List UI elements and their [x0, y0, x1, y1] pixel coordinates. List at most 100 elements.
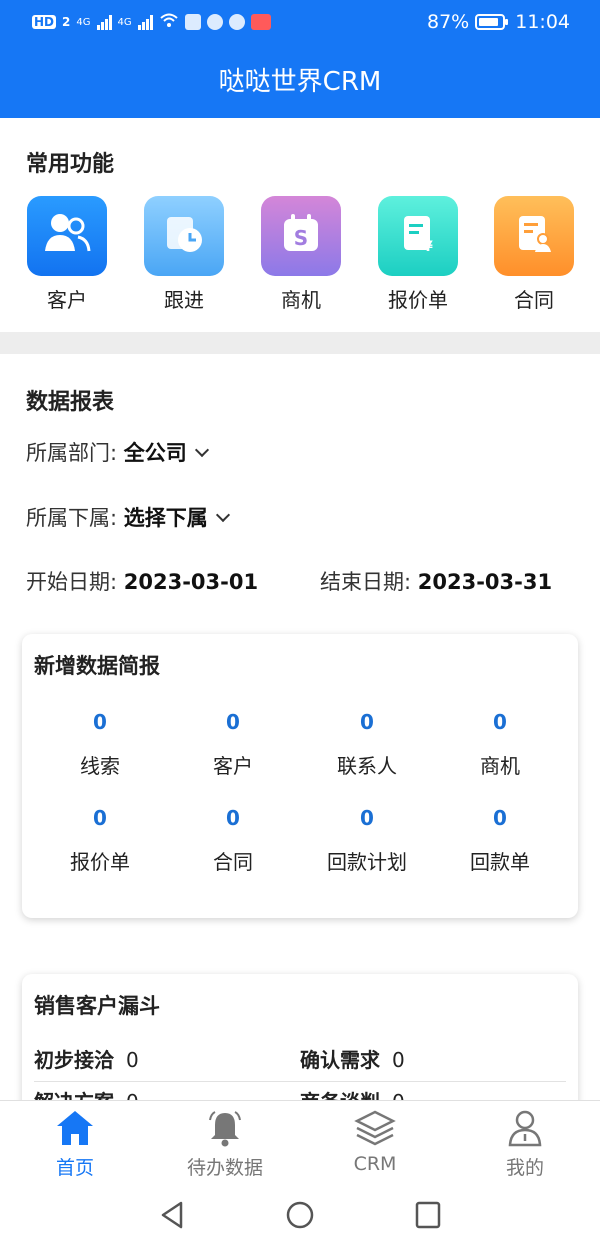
funnel-divider [34, 1081, 566, 1082]
func-tile-opportunity: S [261, 196, 341, 276]
hd-indicator: HD [32, 15, 57, 29]
follow-up-clock-icon [161, 211, 207, 261]
func-tile-contract [494, 196, 574, 276]
start-date-filter[interactable]: 开始日期: 2023-03-01 [26, 566, 258, 596]
stat-quotations[interactable]: 0 报价单 [30, 806, 170, 875]
start-date-value: 2023-03-01 [123, 570, 259, 594]
layers-icon [300, 1107, 450, 1149]
browser-app-icon [206, 14, 223, 30]
status-bar: HD 2 4G 4G 87% 11:04 [0, 0, 600, 46]
func-tile-followup [144, 196, 224, 276]
funnel-stage-label: 确认需求 [300, 1048, 380, 1072]
tab-home[interactable]: 首页 [0, 1107, 150, 1180]
end-date-filter[interactable]: 结束日期: 2023-03-31 [320, 566, 552, 596]
stat-value: 0 [360, 806, 374, 830]
start-date-label: 开始日期: [26, 570, 118, 594]
tab-label: CRM [353, 1153, 397, 1175]
home-nav-icon[interactable] [285, 1200, 315, 1234]
stat-label: 合同 [213, 850, 253, 874]
stat-label: 联系人 [337, 754, 397, 778]
func-quotation-button[interactable]: ¥ 报价单 [370, 196, 466, 313]
subordinate-value: 选择下属 [123, 506, 208, 530]
translate-app-icon [184, 14, 201, 30]
funnel-stage-value: 0 [392, 1048, 405, 1072]
new-data-brief-card: 新增数据简报 0 线索 0 客户 0 联系人 0 商机 0 报价单 0 合同 0… [22, 634, 578, 918]
stat-payment-receipts[interactable]: 0 回款单 [430, 806, 570, 875]
func-contract-button[interactable]: 合同 [486, 196, 582, 313]
stat-leads[interactable]: 0 线索 [30, 710, 170, 779]
stat-label: 回款单 [470, 850, 530, 874]
tab-label: 首页 [55, 1157, 94, 1179]
bell-icon [150, 1107, 300, 1149]
status-right: 87% 11:04 [427, 11, 570, 33]
func-label-customer: 客户 [47, 288, 87, 312]
tab-todo-data[interactable]: 待办数据 [150, 1107, 300, 1180]
funnel-title: 销售客户漏斗 [34, 994, 160, 1018]
common-functions-title: 常用功能 [26, 152, 115, 177]
tab-mine[interactable]: 我的 [450, 1107, 600, 1180]
stat-label: 回款计划 [327, 850, 407, 874]
department-label: 所属部门: [26, 441, 118, 465]
func-label-followup: 跟进 [164, 288, 204, 312]
stat-value: 0 [93, 710, 107, 734]
stat-contracts[interactable]: 0 合同 [163, 806, 303, 875]
end-date-label: 结束日期: [320, 570, 412, 594]
stat-value: 0 [493, 806, 507, 830]
subordinate-filter[interactable]: 所属下属: 选择下属 [26, 502, 230, 532]
section-divider [0, 332, 600, 354]
battery-fill [479, 18, 499, 26]
func-label-quotation: 报价单 [388, 288, 448, 312]
svg-text:¥: ¥ [423, 239, 433, 255]
stat-value: 0 [93, 806, 107, 830]
signal-icon-1 [96, 14, 112, 30]
recents-icon[interactable] [414, 1200, 442, 1234]
department-filter[interactable]: 所属部门: 全公司 [26, 437, 209, 467]
system-nav-bar [0, 1186, 600, 1248]
home-icon [0, 1107, 150, 1149]
battery-icon [475, 14, 509, 30]
network-4g-label-1: 4G [76, 16, 91, 28]
stat-value: 0 [493, 710, 507, 734]
tab-label: 我的 [505, 1157, 544, 1179]
func-label-contract: 合同 [514, 288, 554, 312]
funnel-row-initial-contact: 初步接洽 0 [34, 1044, 139, 1073]
chevron-down-icon [194, 442, 209, 458]
stat-customers[interactable]: 0 客户 [163, 710, 303, 779]
data-report-title: 数据报表 [26, 390, 115, 415]
chevron-down-icon [215, 507, 230, 523]
funnel-row-confirm-needs: 确认需求 0 [300, 1044, 405, 1073]
bottom-tab-bar: 首页 待办数据 CRM 我的 [0, 1100, 600, 1186]
profile-icon [450, 1107, 600, 1149]
contract-icon [511, 211, 557, 261]
func-opportunity-button[interactable]: S 商机 [253, 196, 349, 313]
wifi-icon [159, 11, 179, 33]
opportunity-calendar-icon: S [278, 211, 324, 261]
quotation-icon: ¥ [395, 211, 441, 261]
common-functions-row: 客户 跟进 S 商机 ¥ 报价单 合同 [0, 196, 600, 316]
stat-label: 商机 [480, 754, 520, 778]
funnel-stage-label: 初步接洽 [34, 1048, 114, 1072]
stat-label: 客户 [213, 754, 253, 778]
app-title: 哒哒世界CRM [218, 67, 382, 97]
clock: 11:04 [515, 11, 570, 33]
shopping-app-icon [250, 14, 271, 30]
func-followup-button[interactable]: 跟进 [136, 196, 232, 313]
back-icon[interactable] [158, 1200, 186, 1234]
signal-icon-2 [137, 14, 153, 30]
func-customer-button[interactable]: 客户 [19, 196, 115, 313]
func-tile-quotation: ¥ [378, 196, 458, 276]
stat-label: 报价单 [70, 850, 130, 874]
tab-crm[interactable]: CRM [300, 1107, 450, 1175]
stat-opportunities[interactable]: 0 商机 [430, 710, 570, 779]
stat-contacts[interactable]: 0 联系人 [297, 710, 437, 779]
funnel-stage-value: 0 [126, 1048, 139, 1072]
stat-payment-plans[interactable]: 0 回款计划 [297, 806, 437, 875]
svg-text:S: S [294, 226, 308, 250]
end-date-value: 2023-03-31 [417, 570, 553, 594]
subordinate-label: 所属下属: [26, 506, 118, 530]
tab-label: 待办数据 [186, 1157, 263, 1179]
stat-value: 0 [226, 710, 240, 734]
func-label-opportunity: 商机 [281, 288, 321, 312]
brief-title: 新增数据简报 [34, 654, 160, 678]
network-4g-label-2: 4G [117, 16, 132, 28]
